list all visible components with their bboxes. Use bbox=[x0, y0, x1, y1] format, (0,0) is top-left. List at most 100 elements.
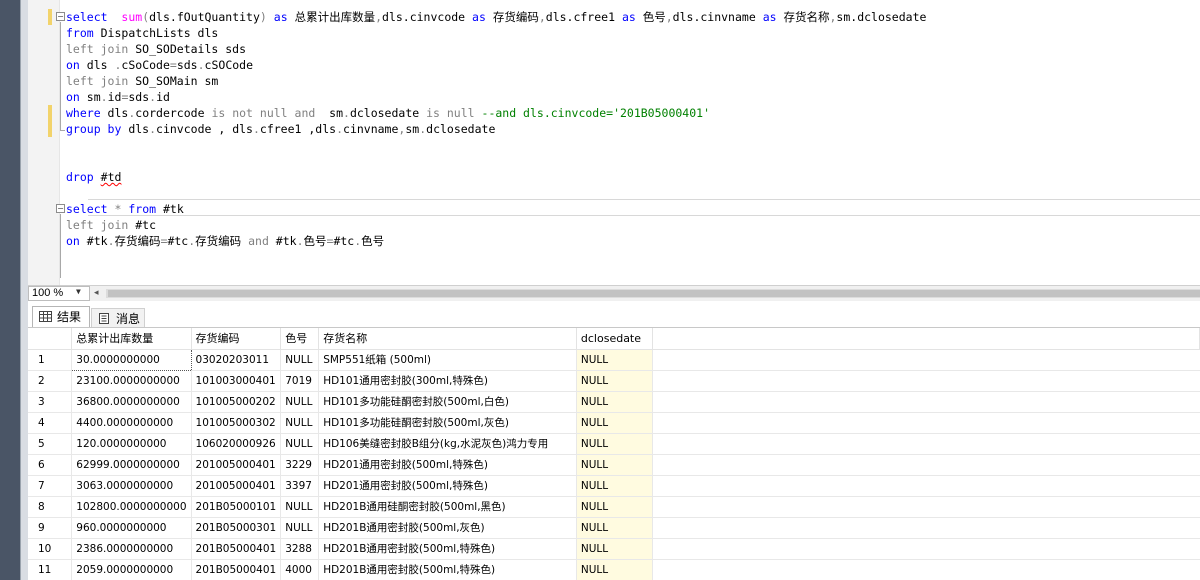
table-cell[interactable]: 2059.0000000000 bbox=[71, 559, 192, 580]
collapse-toggle-icon[interactable]: − bbox=[56, 204, 65, 213]
table-cell[interactable]: 7019 bbox=[280, 370, 320, 392]
table-row[interactable]: 4 4400.0000000000 101005000302 NULL HD101多功能… bbox=[28, 412, 1200, 434]
table-cell[interactable]: 2386.0000000000 bbox=[71, 538, 192, 560]
scroll-left-icon[interactable]: ◂ bbox=[94, 288, 99, 298]
row-number[interactable]: 10 bbox=[28, 538, 73, 560]
row-number[interactable]: 1 bbox=[28, 349, 73, 371]
table-cell[interactable]: 201B05000301 bbox=[191, 517, 282, 539]
table-cell[interactable]: HD101多功能硅酮密封胶(500ml,白色) bbox=[318, 391, 577, 413]
code-line[interactable]: group by dls.cinvcode , dls.cfree1 ,dls.… bbox=[66, 121, 495, 137]
column-header[interactable]: 色号 bbox=[280, 328, 320, 350]
table-cell[interactable]: NULL bbox=[576, 496, 653, 518]
column-header[interactable]: 总累计出库数量 bbox=[71, 328, 192, 350]
row-number-header[interactable] bbox=[28, 328, 73, 350]
table-cell[interactable]: 23100.0000000000 bbox=[71, 370, 192, 392]
column-header[interactable]: 存货编码 bbox=[191, 328, 282, 350]
horizontal-scrollbar[interactable] bbox=[106, 289, 1200, 298]
table-cell[interactable]: 101005000202 bbox=[191, 391, 282, 413]
table-cell[interactable]: NULL bbox=[576, 517, 653, 539]
row-number[interactable]: 11 bbox=[28, 559, 73, 580]
table-row[interactable]: 7 3063.0000000000 201005000401 3397 HD201通用密… bbox=[28, 475, 1200, 497]
row-number[interactable]: 6 bbox=[28, 454, 73, 476]
table-cell[interactable]: HD106美缝密封胶B组分(kg,水泥灰色)鸿力专用 bbox=[318, 433, 577, 455]
table-row[interactable]: 9 960.0000000000 201B05000301 NULL HD201B通用密… bbox=[28, 517, 1200, 539]
row-number[interactable]: 5 bbox=[28, 433, 73, 455]
code-line[interactable]: from DispatchLists dls bbox=[66, 25, 218, 41]
code-line[interactable]: drop #td bbox=[66, 169, 121, 185]
table-row[interactable]: 1 30.0000000000 03020203011 NULL SMP551纸箱 (5… bbox=[28, 348, 1200, 371]
results-table[interactable]: 总累计出库数量 存货编码 色号 存货名称 dclosedate 1 30.0000… bbox=[28, 328, 1200, 580]
table-row[interactable]: 11 2059.0000000000 201B05000401 4000 HD201B通… bbox=[28, 559, 1200, 580]
table-cell[interactable]: HD201B通用密封胶(500ml,灰色) bbox=[318, 517, 577, 539]
table-cell[interactable]: NULL bbox=[576, 454, 653, 476]
table-cell[interactable]: 201B05000401 bbox=[191, 559, 282, 580]
code-line[interactable]: left join SO_SOMain sm bbox=[66, 73, 218, 89]
table-cell[interactable]: 102800.0000000000 bbox=[71, 496, 192, 518]
code-line[interactable]: on dls .cSoCode=sds.cSOCode bbox=[66, 57, 253, 73]
table-cell[interactable]: NULL bbox=[576, 475, 653, 497]
table-cell[interactable]: 201005000401 bbox=[191, 475, 282, 497]
code-line[interactable]: select sum(dls.fOutQuantity) as 总累计出库数量,… bbox=[66, 9, 926, 25]
collapse-toggle-icon[interactable]: − bbox=[56, 12, 65, 21]
code-line[interactable]: left join #tc bbox=[66, 217, 156, 233]
table-cell[interactable]: NULL bbox=[576, 370, 653, 392]
table-cell[interactable]: NULL bbox=[576, 391, 653, 413]
code-line[interactable]: left join SO_SODetails sds bbox=[66, 41, 246, 57]
table-cell[interactable]: NULL bbox=[576, 349, 653, 371]
tab-messages[interactable]: 消息 bbox=[91, 308, 145, 327]
row-number[interactable]: 2 bbox=[28, 370, 73, 392]
column-header[interactable]: dclosedate bbox=[576, 328, 653, 350]
code-line[interactable]: on #tk.存货编码=#tc.存货编码 and #tk.色号=#tc.色号 bbox=[66, 233, 384, 249]
table-cell[interactable]: 3063.0000000000 bbox=[71, 475, 192, 497]
table-cell[interactable]: NULL bbox=[280, 349, 320, 371]
code-line[interactable]: select * from #tk bbox=[66, 201, 184, 217]
sql-editor[interactable]: − − select sum(dls.fOutQuantity) as 总累计出… bbox=[28, 0, 1200, 285]
table-cell[interactable]: 36800.0000000000 bbox=[71, 391, 192, 413]
chevron-down-icon[interactable]: ▼ bbox=[76, 287, 81, 296]
row-number[interactable]: 3 bbox=[28, 391, 73, 413]
table-cell[interactable]: 3229 bbox=[280, 454, 320, 476]
row-number[interactable]: 8 bbox=[28, 496, 73, 518]
table-cell[interactable]: NULL bbox=[280, 496, 320, 518]
table-cell[interactable]: HD201通用密封胶(500ml,特殊色) bbox=[318, 454, 577, 476]
table-cell[interactable]: HD101通用密封胶(300ml,特殊色) bbox=[318, 370, 577, 392]
table-cell[interactable]: NULL bbox=[280, 517, 320, 539]
table-cell[interactable]: 201B05000101 bbox=[191, 496, 282, 518]
table-cell[interactable]: NULL bbox=[280, 412, 320, 434]
table-cell[interactable]: 3397 bbox=[280, 475, 320, 497]
table-row[interactable]: 5 120.0000000000 106020000926 NULL HD106美缝密封… bbox=[28, 433, 1200, 455]
table-cell[interactable]: NULL bbox=[576, 559, 653, 580]
table-cell[interactable]: 4400.0000000000 bbox=[71, 412, 192, 434]
table-cell[interactable]: HD201B通用硅酮密封胶(500ml,黑色) bbox=[318, 496, 577, 518]
row-number[interactable]: 7 bbox=[28, 475, 73, 497]
table-cell[interactable]: HD201B通用密封胶(500ml,特殊色) bbox=[318, 538, 577, 560]
table-cell[interactable]: 106020000926 bbox=[191, 433, 282, 455]
table-row[interactable]: 2 23100.0000000000 101003000401 7019 HD101通用… bbox=[28, 370, 1200, 392]
table-cell[interactable]: HD101多功能硅酮密封胶(500ml,灰色) bbox=[318, 412, 577, 434]
table-cell[interactable]: NULL bbox=[576, 433, 653, 455]
table-cell[interactable]: 960.0000000000 bbox=[71, 517, 192, 539]
scrollbar-thumb[interactable] bbox=[108, 290, 1200, 297]
table-row[interactable]: 3 36800.0000000000 101005000202 NULL HD101多功… bbox=[28, 391, 1200, 413]
table-cell[interactable]: 101003000401 bbox=[191, 370, 282, 392]
table-row[interactable]: 6 62999.0000000000 201005000401 3229 HD201通用… bbox=[28, 454, 1200, 476]
table-cell[interactable]: 120.0000000000 bbox=[71, 433, 192, 455]
table-cell[interactable]: 62999.0000000000 bbox=[71, 454, 192, 476]
table-row[interactable]: 10 2386.0000000000 201B05000401 3288 HD201B通… bbox=[28, 538, 1200, 560]
table-cell[interactable]: NULL bbox=[576, 412, 653, 434]
table-cell[interactable]: 03020203011 bbox=[191, 349, 282, 371]
table-cell[interactable]: 30.0000000000 bbox=[71, 348, 192, 371]
table-cell[interactable]: 201B05000401 bbox=[191, 538, 282, 560]
code-line[interactable]: where dls.cordercode is not null and sm.… bbox=[66, 105, 710, 121]
column-header[interactable]: 存货名称 bbox=[318, 328, 577, 350]
code-line[interactable]: on sm.id=sds.id bbox=[66, 89, 170, 105]
table-cell[interactable]: 201005000401 bbox=[191, 454, 282, 476]
table-cell[interactable]: 3288 bbox=[280, 538, 320, 560]
row-number[interactable]: 9 bbox=[28, 517, 73, 539]
table-row[interactable]: 8 102800.0000000000 201B05000101 NULL HD201B… bbox=[28, 496, 1200, 518]
table-cell[interactable]: NULL bbox=[280, 433, 320, 455]
table-cell[interactable]: SMP551纸箱 (500ml) bbox=[318, 349, 577, 371]
results-grid[interactable]: 总累计出库数量 存货编码 色号 存货名称 dclosedate 1 30.0000… bbox=[28, 328, 1200, 580]
table-cell[interactable]: HD201通用密封胶(500ml,特殊色) bbox=[318, 475, 577, 497]
table-cell[interactable]: 101005000302 bbox=[191, 412, 282, 434]
